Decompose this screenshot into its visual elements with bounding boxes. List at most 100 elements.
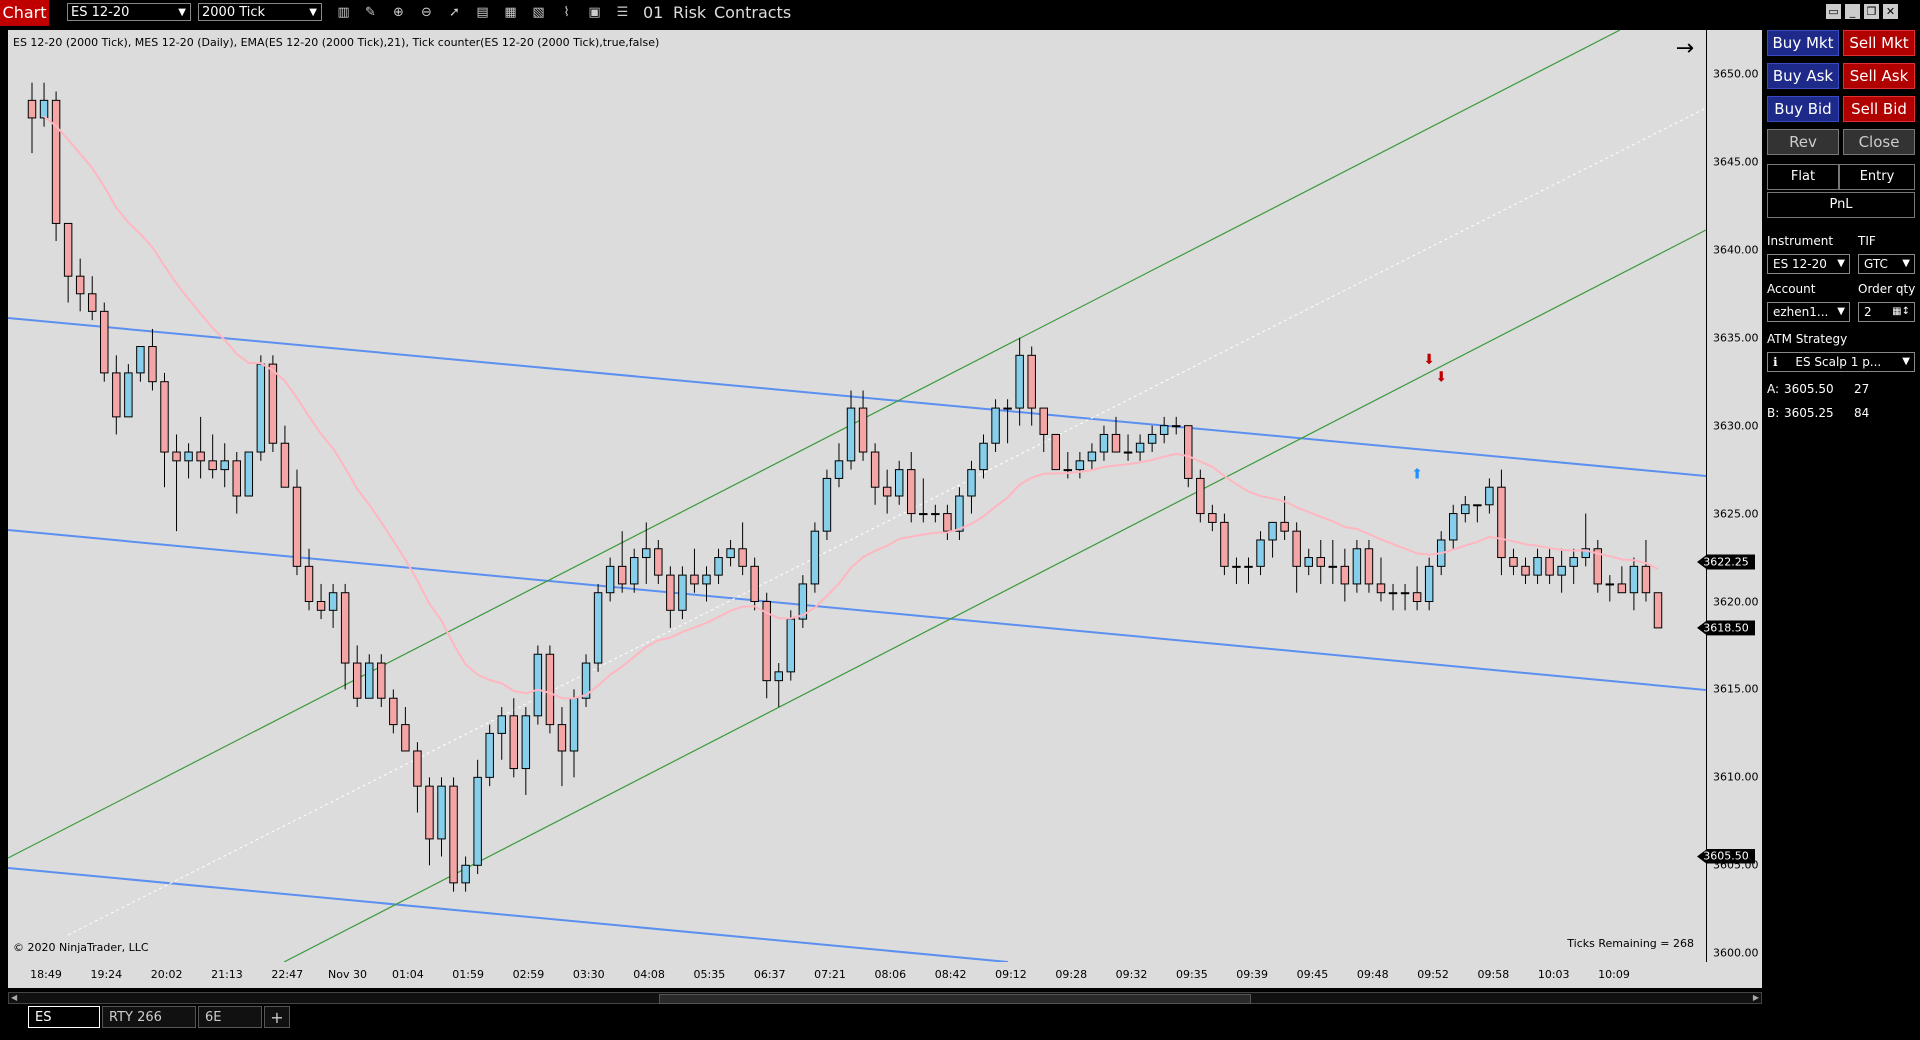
chevron-down-icon: ▼ xyxy=(178,7,186,18)
candle-body xyxy=(172,451,181,462)
price-axis[interactable]: 3650.00 3645.00 3640.00 3635.00 3630.00 3625.… xyxy=(1697,30,1763,962)
contracts-label[interactable]: Contracts xyxy=(714,3,791,23)
instrument-select[interactable]: ES 12-20 ▼ xyxy=(1767,254,1850,274)
atm-strategy-select[interactable]: ℹ ES Scalp 1 p... ▼ xyxy=(1767,352,1915,372)
candle-body xyxy=(1244,565,1253,568)
cursor-icon[interactable]: ➚ xyxy=(446,4,463,21)
properties-icon[interactable]: ☰ xyxy=(614,4,631,21)
candle-body xyxy=(1388,592,1398,595)
interval-selector[interactable]: 2000 Tick ▼ xyxy=(198,3,322,21)
time-tick-label: 09:48 xyxy=(1356,968,1389,981)
candle-body xyxy=(268,363,278,444)
tab-es[interactable]: ES xyxy=(28,1006,100,1028)
scroll-left-icon[interactable]: ◀ xyxy=(11,993,17,1003)
candle-body xyxy=(292,486,302,567)
stepper-icon[interactable]: ▦↕ xyxy=(1892,303,1910,321)
candle-body xyxy=(882,486,892,497)
candle-body xyxy=(485,732,494,778)
candle-body xyxy=(1328,565,1338,568)
candle-body xyxy=(1184,425,1193,479)
candle-body xyxy=(931,513,940,516)
price-tick-label: 3600.00 xyxy=(1713,946,1759,960)
sell-bid-button[interactable]: Sell Bid xyxy=(1843,96,1915,122)
candle-body xyxy=(1051,433,1061,471)
tab-rty[interactable]: RTY 266 xyxy=(102,1006,196,1028)
price-tick-label: 3620.00 xyxy=(1713,595,1759,608)
candle-body xyxy=(702,574,711,585)
bid-size: 84 xyxy=(1854,406,1870,420)
candle-body xyxy=(1015,354,1024,409)
bar-type-icon[interactable]: ▥ xyxy=(335,4,352,21)
candle-body xyxy=(678,574,687,611)
candle-body xyxy=(196,451,205,462)
chart-panel[interactable]: ⬇ ⬇ ⬆ ES 12-20 (2000 Tick), MES 12-20 (Dai… xyxy=(8,30,1706,962)
channel-midline xyxy=(67,107,1706,936)
bid-label: B: xyxy=(1767,406,1780,420)
candle-body xyxy=(617,565,627,585)
scroll-right-icon[interactable]: ▶ xyxy=(1753,993,1759,1003)
indicators-icon[interactable]: ▧ xyxy=(530,4,547,21)
candle-body xyxy=(967,469,976,497)
time-tick-label: 20:02 xyxy=(150,968,183,981)
atm-strategy-value: ES Scalp 1 p... xyxy=(1795,355,1882,369)
time-axis[interactable]: 18:49 19:24 20:02 21:13 22:47 Nov 30 01:04 01:5… xyxy=(8,962,1762,988)
candle-body xyxy=(1617,583,1627,594)
risk-label[interactable]: Risk xyxy=(673,3,706,23)
candle-body xyxy=(365,662,374,699)
pencil-icon[interactable]: ✎ xyxy=(362,4,379,21)
sell-market-button[interactable]: Sell Mkt xyxy=(1843,30,1915,56)
candle-body xyxy=(750,565,759,603)
chevron-down-icon: ▼ xyxy=(309,7,317,18)
zoom-in-icon[interactable]: ⊕ xyxy=(390,4,407,21)
tif-select[interactable]: GTC ▼ xyxy=(1858,254,1915,274)
buy-bid-button[interactable]: Buy Bid xyxy=(1767,96,1839,122)
blue-channel-line xyxy=(8,867,1009,962)
strategies-icon[interactable]: ⌇ xyxy=(558,4,575,21)
buy-market-button[interactable]: Buy Mkt xyxy=(1767,30,1839,56)
zoom-out-icon[interactable]: ⊖ xyxy=(418,4,435,21)
time-tick-label: 09:12 xyxy=(995,968,1027,981)
candle-body xyxy=(1376,583,1386,594)
candle-body xyxy=(1280,521,1289,532)
time-tick-label: 10:03 xyxy=(1537,968,1570,981)
candle-body xyxy=(1220,521,1229,567)
candle-body xyxy=(1497,486,1506,559)
time-tick-label: 22:47 xyxy=(271,968,304,981)
restore-icon[interactable]: ❐ xyxy=(1864,4,1879,19)
tab-6e[interactable]: 6E xyxy=(198,1006,262,1028)
candle-body xyxy=(955,495,964,532)
time-tick-label: Nov 30 xyxy=(328,968,368,981)
templates-icon[interactable]: ▣ xyxy=(586,4,603,21)
candle-body xyxy=(1509,557,1518,567)
minimize-icon[interactable]: _ xyxy=(1845,4,1860,19)
info-icon[interactable]: ℹ xyxy=(1773,355,1778,369)
instrument-selector[interactable]: ES 12-20 ▼ xyxy=(67,3,191,21)
arrow-right-icon[interactable]: → xyxy=(1676,36,1694,61)
candle-body xyxy=(340,592,350,664)
close-position-button[interactable]: Close xyxy=(1843,129,1915,155)
account-select[interactable]: ezhen1... ▼ xyxy=(1767,302,1850,322)
reverse-button[interactable]: Rev xyxy=(1767,129,1839,155)
candle-body xyxy=(1316,557,1325,567)
add-tab-button[interactable]: + xyxy=(264,1006,290,1028)
candle-body xyxy=(1352,548,1362,585)
data-box-icon[interactable]: ▤ xyxy=(474,4,491,21)
candle-body xyxy=(1027,354,1036,409)
candle-body xyxy=(690,574,699,585)
close-icon[interactable]: ✕ xyxy=(1883,4,1898,19)
chart-window-tab[interactable]: Chart xyxy=(0,0,49,26)
chart-trader-icon[interactable]: ▦ xyxy=(502,4,519,21)
sell-ask-button[interactable]: Sell Ask xyxy=(1843,63,1915,89)
candle-body xyxy=(87,293,97,312)
candle-body xyxy=(1147,433,1157,444)
window-options-icon[interactable]: ▭ xyxy=(1826,4,1841,19)
horizontal-scrollbar[interactable]: ◀ ▶ xyxy=(8,992,1762,1004)
price-chart[interactable]: ⬇⬇ ⬆ xyxy=(8,30,1706,962)
time-tick-label: 09:32 xyxy=(1115,968,1148,981)
order-qty-stepper[interactable]: 2 ▦↕ xyxy=(1858,302,1915,322)
time-tick-label: 06:37 xyxy=(753,968,786,981)
time-tick-label: 08:42 xyxy=(934,968,967,981)
buy-ask-button[interactable]: Buy Ask xyxy=(1767,63,1839,89)
candle-body xyxy=(545,653,555,726)
scrollbar-thumb[interactable] xyxy=(659,994,1251,1004)
